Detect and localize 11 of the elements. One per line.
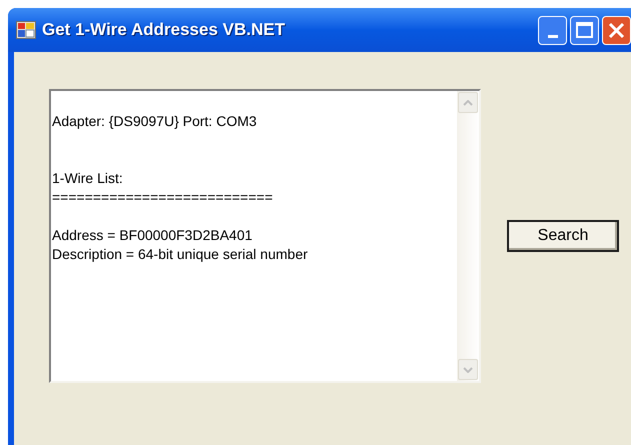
app-icon	[16, 21, 36, 39]
close-button[interactable]	[602, 16, 631, 44]
search-button[interactable]: Search	[507, 220, 619, 252]
output-text-area[interactable]: Adapter: {DS9097U} Port: COM3 1-Wire List: =========================== Address = BF00000F3D2BA401 Description = 64-bit unique serial number	[49, 89, 481, 383]
maximize-button[interactable]	[570, 16, 599, 44]
minimize-icon	[548, 34, 558, 38]
minimize-button[interactable]	[538, 16, 567, 44]
close-icon	[608, 22, 625, 38]
window-title: Get 1-Wire Addresses VB.NET	[42, 19, 285, 42]
maximize-icon	[576, 22, 593, 38]
scrollbar[interactable]	[457, 91, 479, 381]
